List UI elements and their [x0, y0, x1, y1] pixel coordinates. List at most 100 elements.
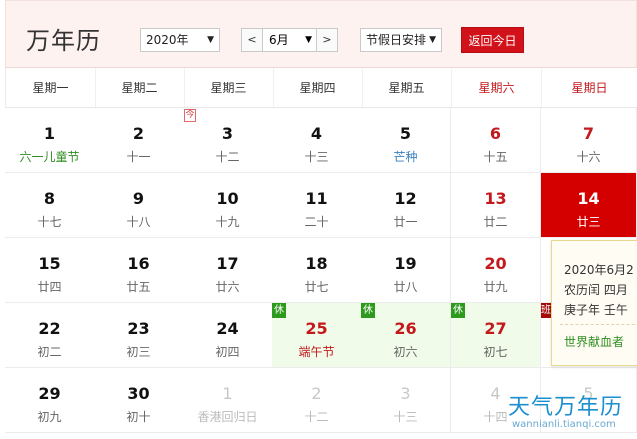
- day-number: 3: [221, 124, 234, 143]
- day-lunar: 十一: [126, 150, 151, 164]
- weekday-tue: 星期二: [95, 68, 185, 108]
- day-cell[interactable]: 5 芒种: [361, 108, 451, 173]
- weekday-header-row: 星期一 星期二 星期三 星期四 星期五 星期六 星期日: [5, 68, 637, 108]
- day-cell-next-month[interactable]: 3 十三: [361, 368, 451, 433]
- day-cell[interactable]: 15 廿四: [5, 238, 95, 303]
- chevron-down-icon: ▼: [305, 35, 312, 45]
- chevron-down-icon: ▼: [429, 35, 436, 45]
- rest-day-badge: 休: [361, 303, 375, 318]
- weekday-thu: 星期四: [273, 68, 363, 108]
- day-cell[interactable]: 今 3 十二: [183, 108, 273, 173]
- day-lunar: 廿一: [393, 215, 418, 229]
- day-cell[interactable]: 24 初四: [183, 303, 273, 368]
- day-cell[interactable]: 13 廿二: [451, 173, 541, 238]
- day-number: 22: [38, 319, 61, 338]
- day-cell[interactable]: 30 初十: [94, 368, 184, 433]
- day-cell-holiday[interactable]: 休 26 初六: [361, 303, 451, 368]
- weekday-fri: 星期五: [362, 68, 452, 108]
- return-today-button[interactable]: 返回今日: [461, 27, 524, 53]
- day-number: 13: [484, 189, 507, 208]
- today-marker-badge: 今: [184, 109, 196, 122]
- day-lunar: 十五: [483, 150, 508, 164]
- tooltip-date: 2020年6月2: [564, 263, 634, 277]
- day-cell-holiday[interactable]: 休 25 端午节: [272, 303, 362, 368]
- day-cell[interactable]: 20 廿九: [451, 238, 541, 303]
- weekday-sat: 星期六: [452, 68, 542, 108]
- day-cell[interactable]: 7 十六: [541, 108, 637, 173]
- day-cell[interactable]: 16 廿五: [94, 238, 184, 303]
- chevron-down-icon: ▼: [207, 35, 214, 45]
- day-number: 24: [216, 319, 239, 338]
- day-number: 5: [399, 124, 412, 143]
- day-number: 12: [394, 189, 417, 208]
- day-number: 11: [305, 189, 328, 208]
- day-number: 10: [216, 189, 239, 208]
- day-cell[interactable]: 6 十五: [451, 108, 541, 173]
- day-lunar: 十九: [215, 215, 240, 229]
- prev-month-button[interactable]: <: [242, 29, 263, 51]
- day-cell[interactable]: 11 二十: [272, 173, 362, 238]
- tooltip-lunar-month: 农历闰 四月: [564, 283, 628, 297]
- day-number: 16: [127, 254, 150, 273]
- watermark-url: wannianli.tianqi.com: [512, 419, 616, 430]
- day-cell[interactable]: 10 十九: [183, 173, 273, 238]
- day-number: 6: [489, 124, 502, 143]
- day-cell[interactable]: 29 初九: [5, 368, 95, 433]
- year-select[interactable]: 2020年 ▼: [140, 28, 220, 52]
- day-lunar: 廿九: [483, 280, 508, 294]
- next-month-button[interactable]: >: [316, 29, 337, 51]
- day-cell[interactable]: 22 初二: [5, 303, 95, 368]
- day-lunar: 初四: [215, 345, 240, 359]
- day-number: 18: [305, 254, 328, 273]
- month-select-value: 6月: [269, 33, 289, 47]
- day-lunar: 六一儿童节: [19, 150, 80, 164]
- day-lunar: 廿五: [126, 280, 151, 294]
- day-number: 4: [310, 124, 323, 143]
- day-lunar: 廿六: [215, 280, 240, 294]
- day-number: 29: [38, 384, 61, 403]
- weekday-mon: 星期一: [6, 68, 96, 108]
- month-select[interactable]: 6月 ▼: [264, 29, 316, 51]
- day-lunar: 廿二: [483, 215, 508, 229]
- day-lunar: 初二: [37, 345, 62, 359]
- day-number: 9: [132, 189, 145, 208]
- day-cell[interactable]: 18 廿七: [272, 238, 362, 303]
- day-lunar: 十二: [304, 410, 329, 424]
- app-title: 万年历: [26, 27, 101, 55]
- day-cell-next-month[interactable]: 2 十二: [272, 368, 362, 433]
- day-cell[interactable]: 12 廿一: [361, 173, 451, 238]
- day-cell[interactable]: 23 初三: [94, 303, 184, 368]
- weekday-wed: 星期三: [184, 68, 274, 108]
- day-cell-today[interactable]: 14 廿三: [541, 173, 637, 238]
- day-cell-holiday[interactable]: 休 27 初七: [451, 303, 541, 368]
- day-number: 26: [394, 319, 417, 338]
- year-select-value: 2020年: [146, 33, 189, 47]
- day-lunar: 廿四: [37, 280, 62, 294]
- day-number: 7: [582, 124, 595, 143]
- day-cell-next-month[interactable]: 1 香港回归日: [183, 368, 273, 433]
- day-lunar: 芒种: [393, 150, 418, 164]
- day-lunar: 廿七: [304, 280, 329, 294]
- day-number: 17: [216, 254, 239, 273]
- day-cell[interactable]: 4 十三: [272, 108, 362, 173]
- day-lunar: 初九: [37, 410, 62, 424]
- holiday-select-value: 节假日安排: [366, 33, 427, 47]
- holiday-schedule-select[interactable]: 节假日安排 ▼: [360, 28, 442, 52]
- tooltip-festival: 世界献血者: [564, 335, 625, 349]
- day-cell[interactable]: 1 六一儿童节: [5, 108, 95, 173]
- day-lunar: 十三: [304, 150, 329, 164]
- day-lunar: 十三: [393, 410, 418, 424]
- day-number: 1: [43, 124, 56, 143]
- day-number: 23: [127, 319, 150, 338]
- day-lunar: 香港回归日: [197, 410, 258, 424]
- day-number: 2: [132, 124, 145, 143]
- day-number: 3: [400, 384, 411, 403]
- day-cell[interactable]: 8 十七: [5, 173, 95, 238]
- day-lunar: 初七: [483, 345, 508, 359]
- day-cell[interactable]: 9 十八: [94, 173, 184, 238]
- day-number: 2: [311, 384, 322, 403]
- day-cell[interactable]: 2 十一: [94, 108, 184, 173]
- day-cell[interactable]: 17 廿六: [183, 238, 273, 303]
- day-lunar: 廿三: [576, 215, 601, 229]
- day-cell[interactable]: 19 廿八: [361, 238, 451, 303]
